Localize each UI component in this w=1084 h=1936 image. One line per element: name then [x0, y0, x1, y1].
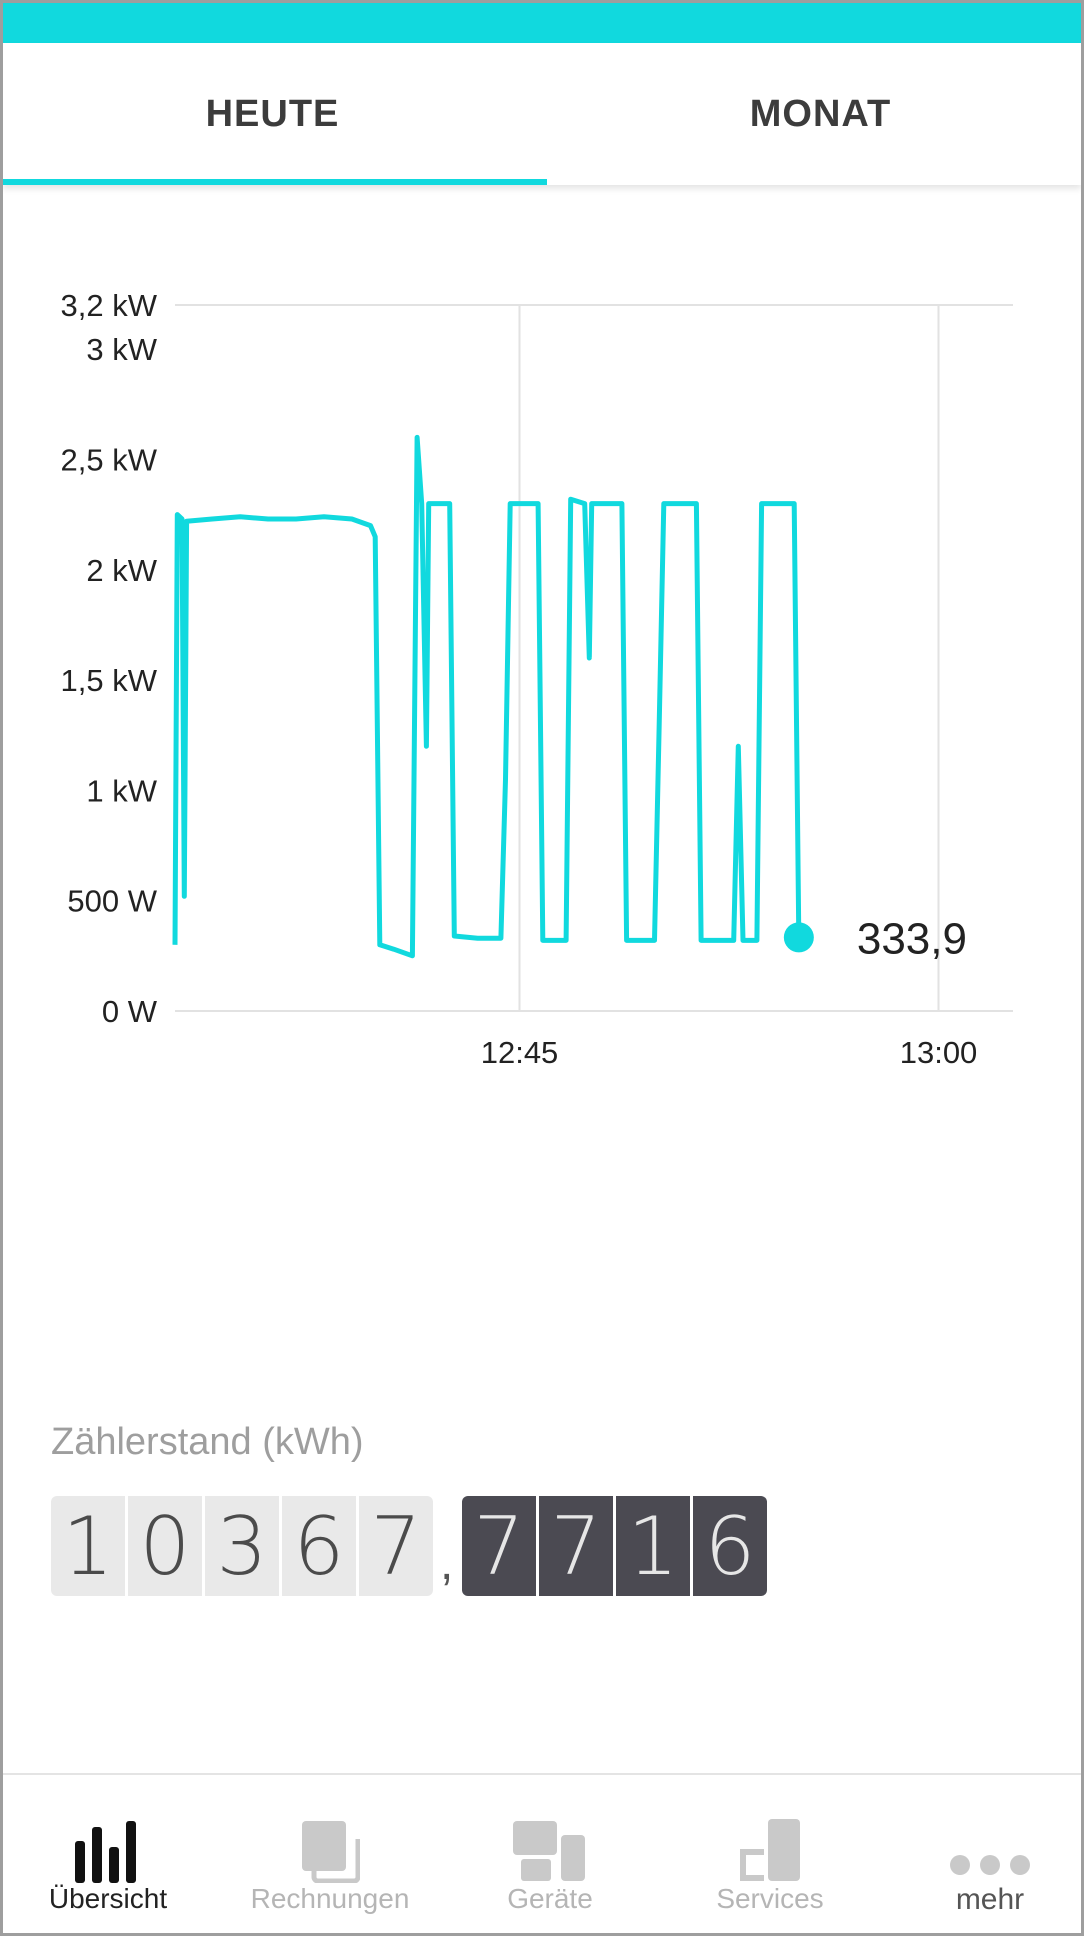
tab-heute[interactable]: HEUTE: [3, 43, 542, 185]
meter-decimal-separator: ,: [440, 1537, 454, 1590]
more-dots-icon: [890, 1803, 1081, 1883]
nav-services[interactable]: Services: [670, 1775, 870, 1933]
x-tick-label: 12:45: [481, 1035, 559, 1070]
devices-icon: [450, 1803, 650, 1883]
y-tick-label: 500 W: [67, 884, 157, 919]
current-value-marker: [783, 922, 814, 953]
meter-label: Zählerstand (kWh): [51, 1421, 364, 1463]
x-tick-label: 13:00: [900, 1035, 978, 1070]
nav-rechnungen[interactable]: Rechnungen: [230, 1775, 430, 1933]
y-tick-label: 3,2 kW: [61, 288, 158, 323]
meter-digit-integer: 3: [205, 1496, 279, 1596]
meter-digit-decimal: 7: [462, 1496, 536, 1596]
y-tick-label: 2,5 kW: [61, 442, 158, 477]
current-value-label: 333,9: [857, 914, 967, 963]
power-series-line: [172, 434, 802, 959]
services-icon: [670, 1803, 870, 1883]
power-chart: 12:45 13:00 3,2 kW 3 kW 2,5 kW 2 kW 1,5 kW 1 kW…: [3, 193, 1081, 1093]
tab-monat[interactable]: MONAT: [551, 43, 1081, 185]
active-tab-indicator: [3, 179, 547, 185]
y-tick-label: 1 kW: [86, 773, 157, 808]
app-frame: HEUTE MONAT 12:45 13:00 3,2 kW 3 kW 2,5 kW 2 …: [0, 0, 1084, 1936]
meter-digit-decimal: 6: [693, 1496, 767, 1596]
nav-label-geraete: Geräte: [507, 1883, 593, 1914]
bottom-navigation: Übersicht Rechnungen Geräte Services meh…: [3, 1773, 1081, 1933]
nav-label-uebersicht: Übersicht: [48, 1883, 168, 1914]
meter-digit-integer: 6: [282, 1496, 356, 1596]
meter-digit-integer: 0: [128, 1496, 202, 1596]
status-bar: [3, 3, 1081, 43]
y-tick-label: 0 W: [102, 994, 158, 1029]
nav-label-rechnungen: Rechnungen: [250, 1883, 410, 1914]
meter-digit-decimal: 1: [616, 1496, 690, 1596]
meter-digit-integer: 1: [51, 1496, 125, 1596]
y-tick-label: 2 kW: [86, 553, 157, 588]
nav-label-services: Services: [716, 1883, 824, 1914]
nav-uebersicht[interactable]: Übersicht: [8, 1775, 208, 1933]
bar-chart-icon: [8, 1803, 208, 1883]
nav-mehr[interactable]: mehr: [890, 1775, 1081, 1933]
power-chart-svg: 12:45 13:00 3,2 kW 3 kW 2,5 kW 2 kW 1,5 kW 1 kW…: [61, 288, 1013, 1070]
nav-label-mehr: mehr: [955, 1883, 1025, 1916]
y-tick-label: 3 kW: [86, 332, 157, 367]
documents-icon: [230, 1803, 430, 1883]
y-tick-label: 1,5 kW: [61, 663, 158, 698]
nav-geraete[interactable]: Geräte: [450, 1775, 650, 1933]
tab-bar: HEUTE MONAT: [3, 43, 1081, 185]
meter-digit-decimal: 7: [539, 1496, 613, 1596]
meter-digit-integer: 7: [359, 1496, 433, 1596]
